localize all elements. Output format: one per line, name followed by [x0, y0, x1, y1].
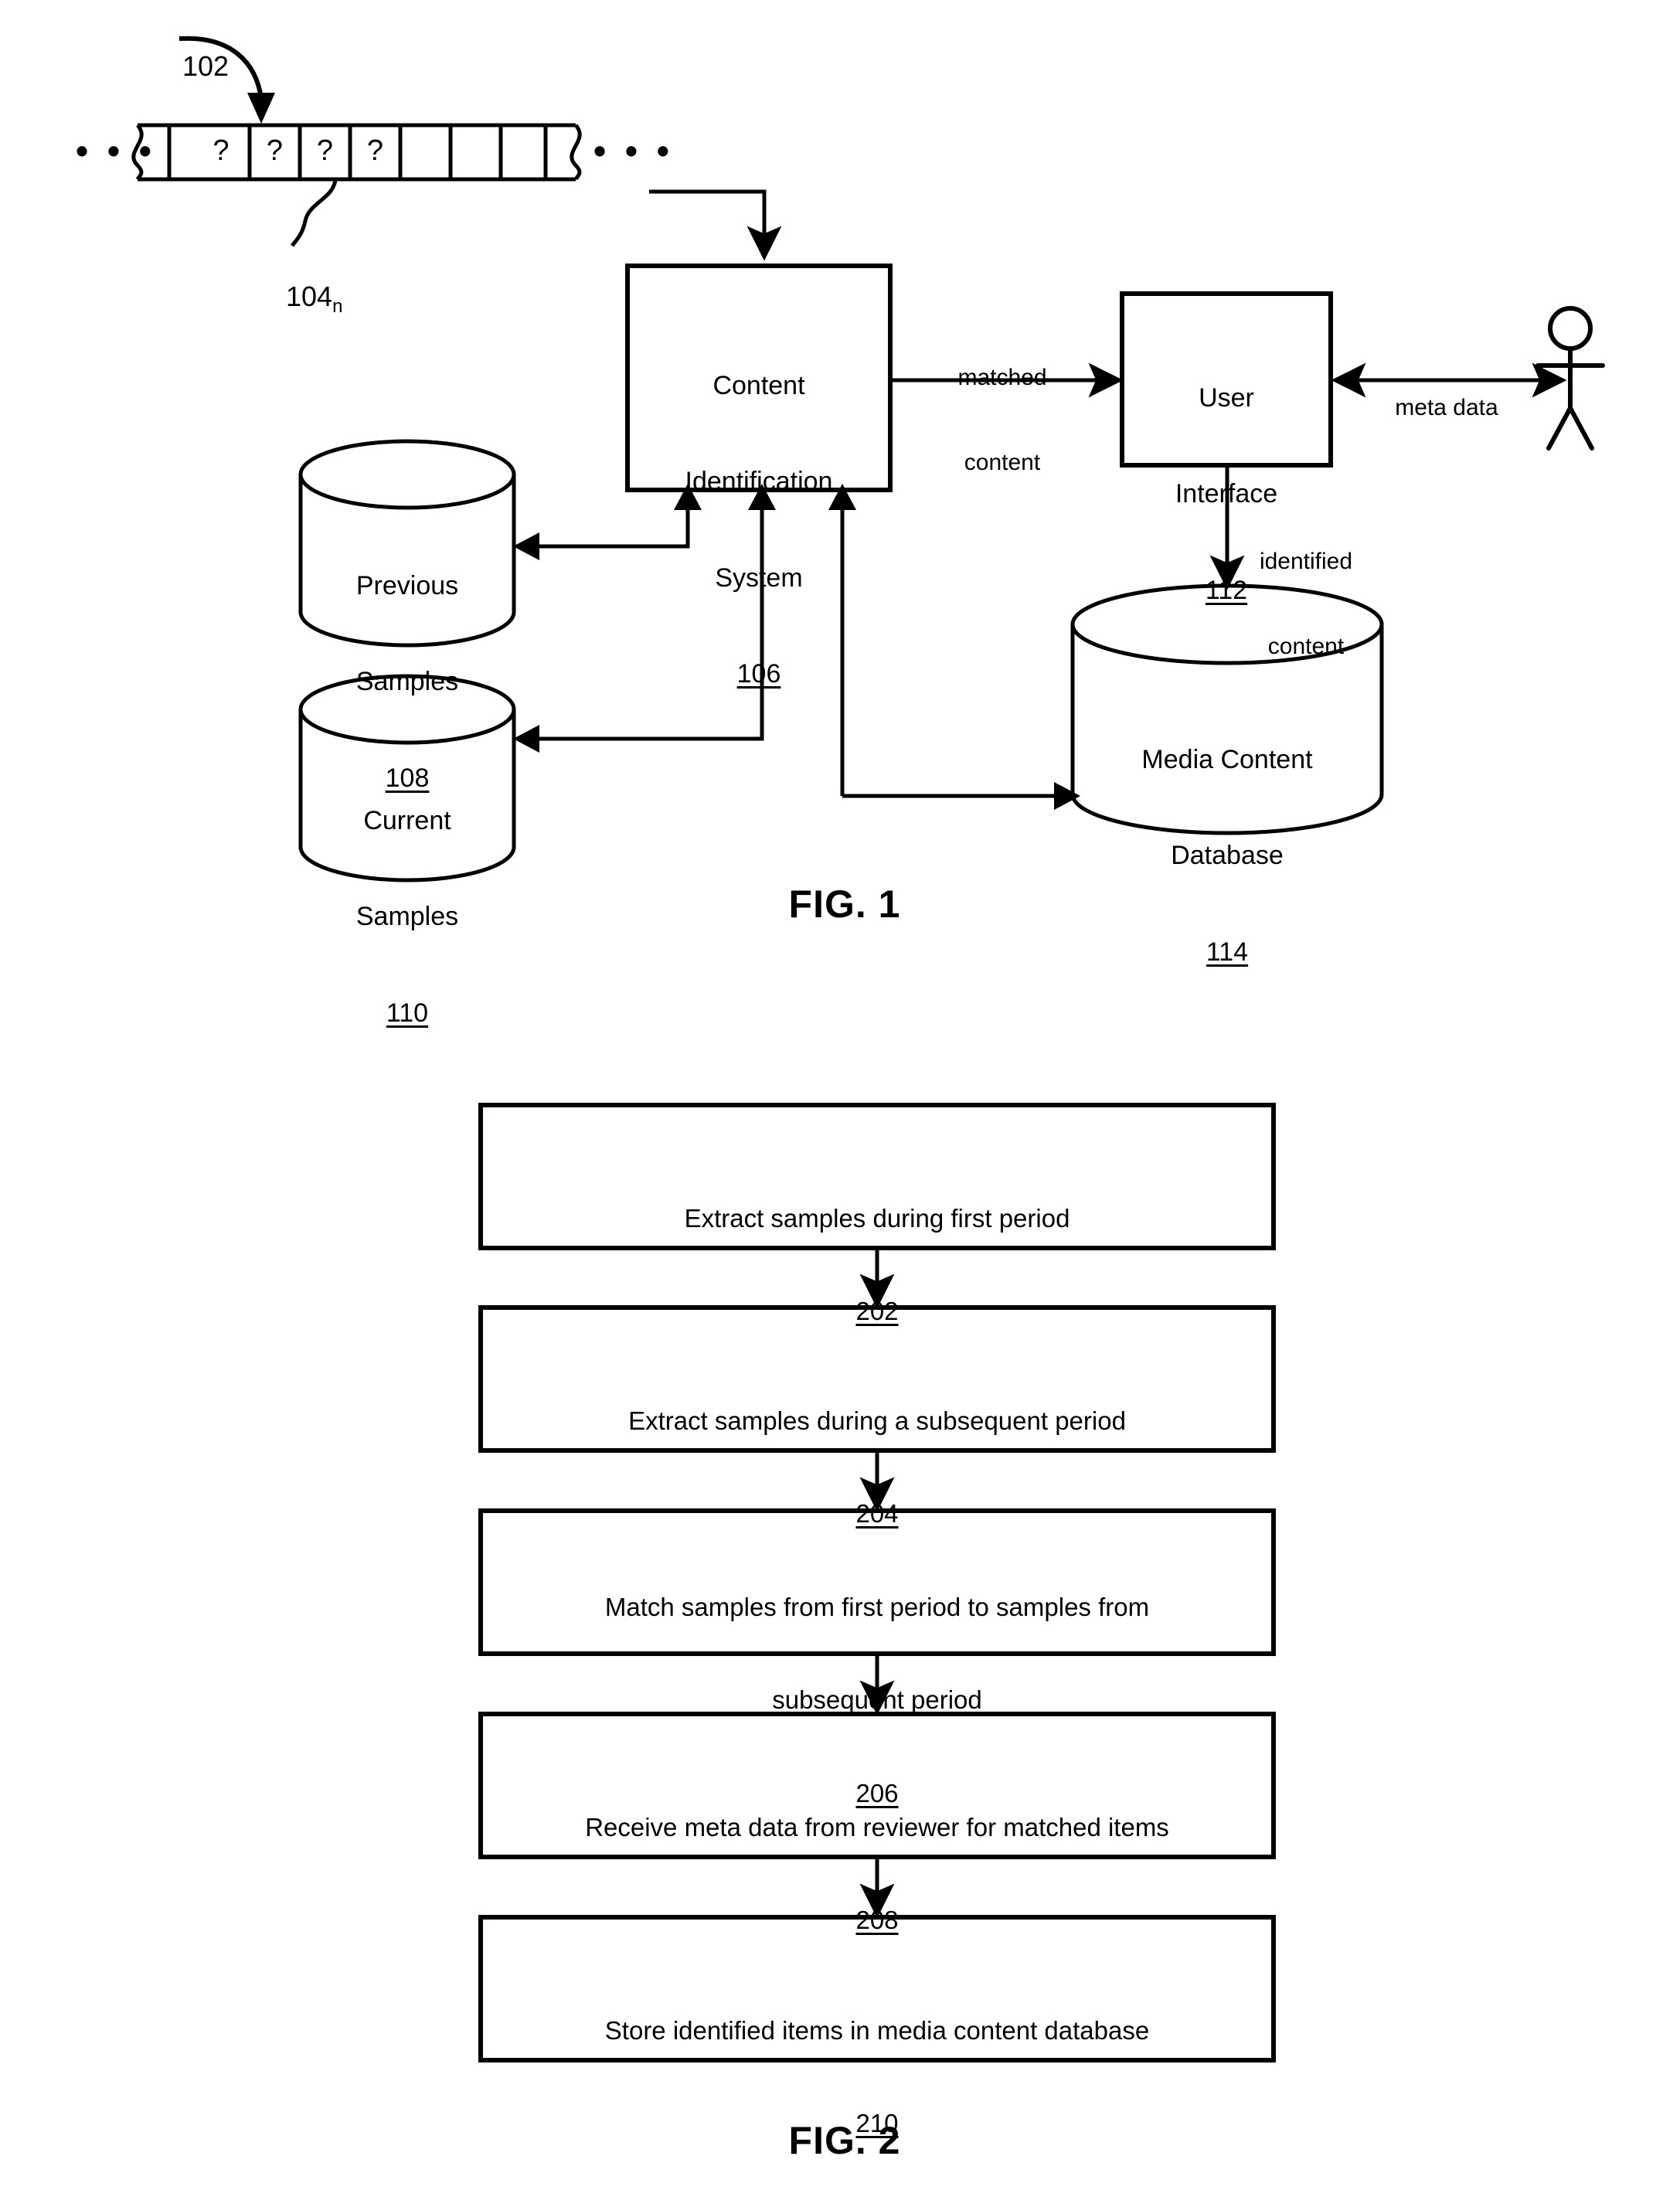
cis-ref-number: 106 — [736, 659, 781, 689]
flow-204-ref: 204 — [855, 1499, 899, 1529]
ui-line-1: User — [1199, 383, 1254, 413]
flow-202-text: Extract samples during first period — [684, 1203, 1070, 1233]
stream-right-ellipsis: • • • — [593, 131, 674, 171]
stream-cell-2: ? — [316, 134, 334, 167]
stream-cell-3: ? — [366, 134, 384, 167]
curr-line-2: Samples — [355, 902, 459, 932]
current-samples-label: Current Samples 110 — [299, 741, 515, 1093]
fig1-caption: FIG. 1 — [788, 882, 901, 926]
stream-lead-label-102: 102 — [182, 49, 230, 82]
cis-line-3: System — [715, 563, 803, 593]
stream-left-ellipsis: • • • — [76, 131, 156, 171]
edge-stream-to-cis — [649, 189, 782, 261]
identified-content-line-1: identified — [1259, 549, 1353, 575]
flow-208-ref: 208 — [855, 1906, 899, 1935]
fig2-caption: FIG. 2 — [788, 2119, 901, 2162]
flow-202-ref: 202 — [855, 1297, 899, 1326]
flow-208-text: Receive meta data from reviewer for matc… — [585, 1812, 1169, 1841]
leader-104-curve — [291, 179, 338, 247]
flow-206-text-line-2: subsequent period — [772, 1685, 982, 1715]
curr-line-1: Current — [363, 805, 451, 835]
mcdb-line-2: Database — [1171, 841, 1284, 871]
mcdb-line-1: Media Content — [1141, 744, 1313, 774]
cis-line-2: Identification — [685, 467, 833, 497]
curr-ref-number: 110 — [386, 998, 429, 1028]
prev-line-2: Samples — [355, 667, 459, 697]
flow-206-text-line-1: Match samples from first period to sampl… — [604, 1592, 1150, 1621]
media-content-database-label: Media Content Database 114 — [1076, 680, 1378, 1032]
content-identification-system-label: Content Identification System 106 — [631, 306, 886, 755]
flow-210-text: Store identified items in media content … — [604, 2015, 1150, 2045]
identified-content-edge-label: identified content — [1206, 491, 1406, 718]
sample-lead-label-104n: 104n — [286, 280, 343, 318]
prev-line-1: Previous — [355, 570, 459, 600]
stream-cell-1: ? — [266, 134, 284, 167]
meta-data-edge-label: meta data — [1346, 338, 1547, 479]
matched-content-line-2: content — [964, 449, 1041, 475]
cis-line-1: Content — [712, 370, 805, 400]
mcdb-ref-number: 114 — [1206, 937, 1249, 967]
patent-figure-sheet: 102 104n • • • • • • ? ? ? ? Content Ide… — [0, 0, 1680, 2207]
matched-content-line-1: matched — [957, 365, 1047, 391]
matched-content-edge-label: matched content — [894, 308, 1110, 534]
flow-204-text: Extract samples during a subsequent peri… — [628, 1406, 1126, 1435]
meta-data-line-1: meta data — [1395, 395, 1498, 421]
identified-content-line-2: content — [1267, 633, 1345, 659]
